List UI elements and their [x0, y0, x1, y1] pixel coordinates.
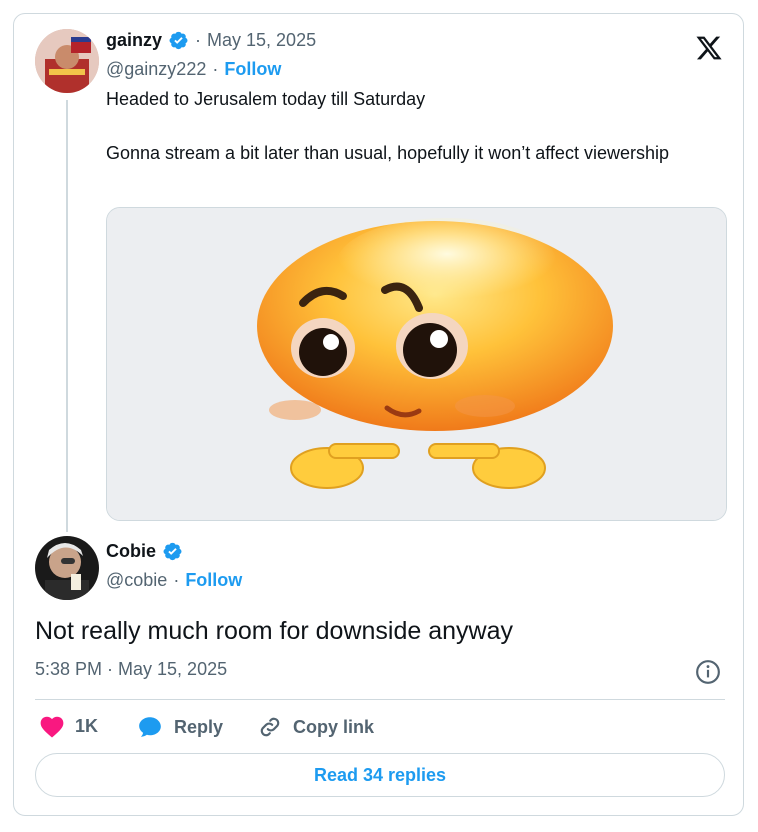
reply-button[interactable]: Reply	[136, 714, 223, 740]
x-logo-icon[interactable]	[694, 34, 724, 64]
header-separator: ·	[195, 30, 202, 50]
handle-separator: ·	[173, 570, 180, 590]
avatar-cobie[interactable]	[35, 536, 99, 600]
chat-bubble-icon	[136, 714, 164, 740]
author-handle[interactable]: @gainzy222	[106, 59, 206, 80]
reply-tweet-text: Not really much room for downside anyway	[35, 617, 513, 645]
reply-tweet-header: Cobie	[106, 541, 183, 562]
follow-button[interactable]: Follow	[224, 59, 281, 80]
shy-emoji-icon	[107, 208, 726, 520]
tweet-embed-card: gainzy · May 15, 2025 @gainzy222 · Follo…	[13, 13, 744, 816]
reply-tweet-subheader: @cobie · Follow	[106, 570, 242, 591]
read-replies-button[interactable]: Read 34 replies	[35, 753, 725, 797]
quoted-tweet-subheader: @gainzy222 · Follow	[106, 59, 281, 80]
reply-label: Reply	[174, 716, 224, 737]
like-count: 1K	[75, 715, 99, 736]
handle-separator: ·	[212, 59, 219, 79]
author-name[interactable]: gainzy	[106, 30, 162, 51]
heart-icon	[39, 714, 65, 738]
quoted-tweet-text: Headed to Jerusalem today till Saturday …	[106, 89, 669, 163]
copy-link-label: Copy link	[293, 716, 375, 737]
author-handle[interactable]: @cobie	[106, 570, 167, 591]
tweet-media-image[interactable]	[106, 207, 727, 521]
info-icon[interactable]	[695, 659, 721, 685]
actions-divider	[35, 699, 725, 700]
quoted-tweet-header: gainzy · May 15, 2025	[106, 30, 316, 51]
thread-connector-line	[66, 100, 68, 532]
author-name[interactable]: Cobie	[106, 541, 156, 562]
follow-button[interactable]: Follow	[185, 570, 242, 591]
avatar-gainzy[interactable]	[35, 29, 99, 93]
link-icon	[257, 714, 283, 740]
tweet-timestamp[interactable]: 5:38 PM · May 15, 2025	[35, 659, 227, 680]
like-button[interactable]: 1K	[39, 714, 98, 738]
copy-link-button[interactable]: Copy link	[257, 714, 374, 740]
verified-badge-icon	[162, 541, 183, 562]
verified-badge-icon	[168, 30, 189, 51]
tweet-date[interactable]: May 15, 2025	[207, 30, 316, 51]
